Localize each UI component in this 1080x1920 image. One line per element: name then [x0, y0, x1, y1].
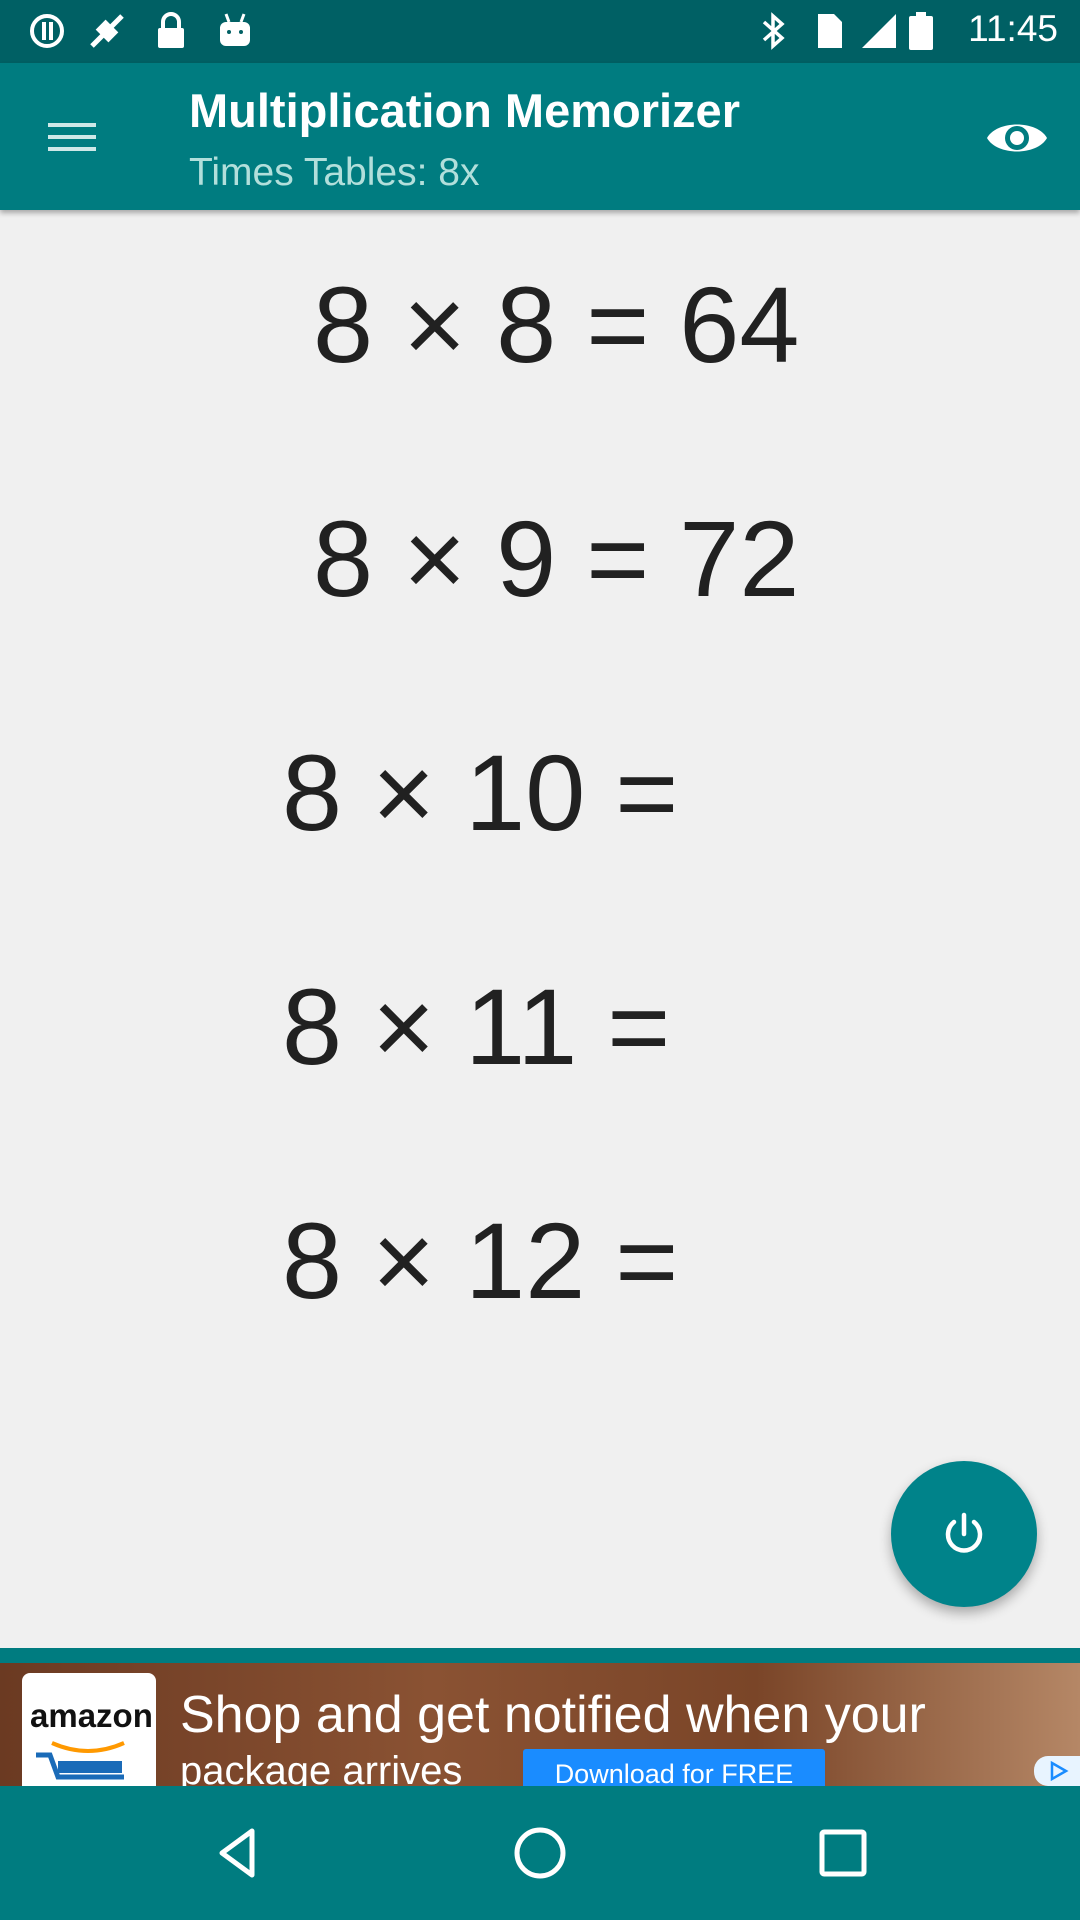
battery-icon [909, 12, 933, 50]
back-icon[interactable] [208, 1823, 268, 1883]
bluetooth-icon [762, 12, 785, 50]
app-subtitle: Times Tables: 8x [189, 151, 480, 194]
clock: 11:45 [968, 8, 1058, 49]
android-icon [220, 13, 250, 46]
no-signal-icon [90, 14, 124, 48]
equation-text: 8 × 8 = 64 [313, 264, 800, 385]
equation-text: 8 × 10 = [282, 732, 679, 853]
equation-text: 8 × 11 = [282, 966, 671, 1087]
equation-row: 8 × 8 = 64 [0, 262, 1080, 385]
sim-icon [818, 14, 842, 48]
ad-download-button[interactable]: Download for FREE [523, 1749, 825, 1786]
app-title: Multiplication Memorizer [189, 84, 740, 137]
ad-banner[interactable]: amazon Shop and get notified when your p… [0, 1663, 1080, 1786]
equation-row: 8 × 9 = 72 [0, 496, 1080, 619]
equation-row: 8 × 12 = [0, 1198, 1080, 1321]
lock-icon [158, 12, 184, 48]
app-bar: Multiplication Memorizer Times Tables: 8… [0, 63, 1080, 210]
hamburger-menu-icon[interactable] [40, 109, 104, 165]
power-icon [945, 1512, 983, 1553]
equation-row: 8 × 11 = [0, 964, 1080, 1087]
adchoices-icon[interactable] [1034, 1756, 1080, 1786]
amazon-logo: amazon [22, 1673, 156, 1786]
status-bar: 11:45 [0, 0, 1080, 63]
power-fab-button[interactable] [891, 1461, 1037, 1607]
signal-icon [862, 14, 896, 48]
ad-subline: package arrives [180, 1749, 463, 1786]
ad-headline: Shop and get notified when your [180, 1686, 926, 1744]
home-icon[interactable] [510, 1823, 570, 1883]
cart-icon [36, 1741, 125, 1780]
equation-text: 8 × 12 = [282, 1200, 679, 1321]
equation-row: 8 × 10 = [0, 730, 1080, 853]
ad-logo-text: amazon [30, 1697, 153, 1734]
sync-icon [30, 14, 64, 48]
navigation-bar [0, 1786, 1080, 1920]
equation-text: 8 × 9 = 72 [313, 498, 800, 619]
eye-icon[interactable] [984, 112, 1050, 164]
recents-icon[interactable] [813, 1823, 873, 1883]
